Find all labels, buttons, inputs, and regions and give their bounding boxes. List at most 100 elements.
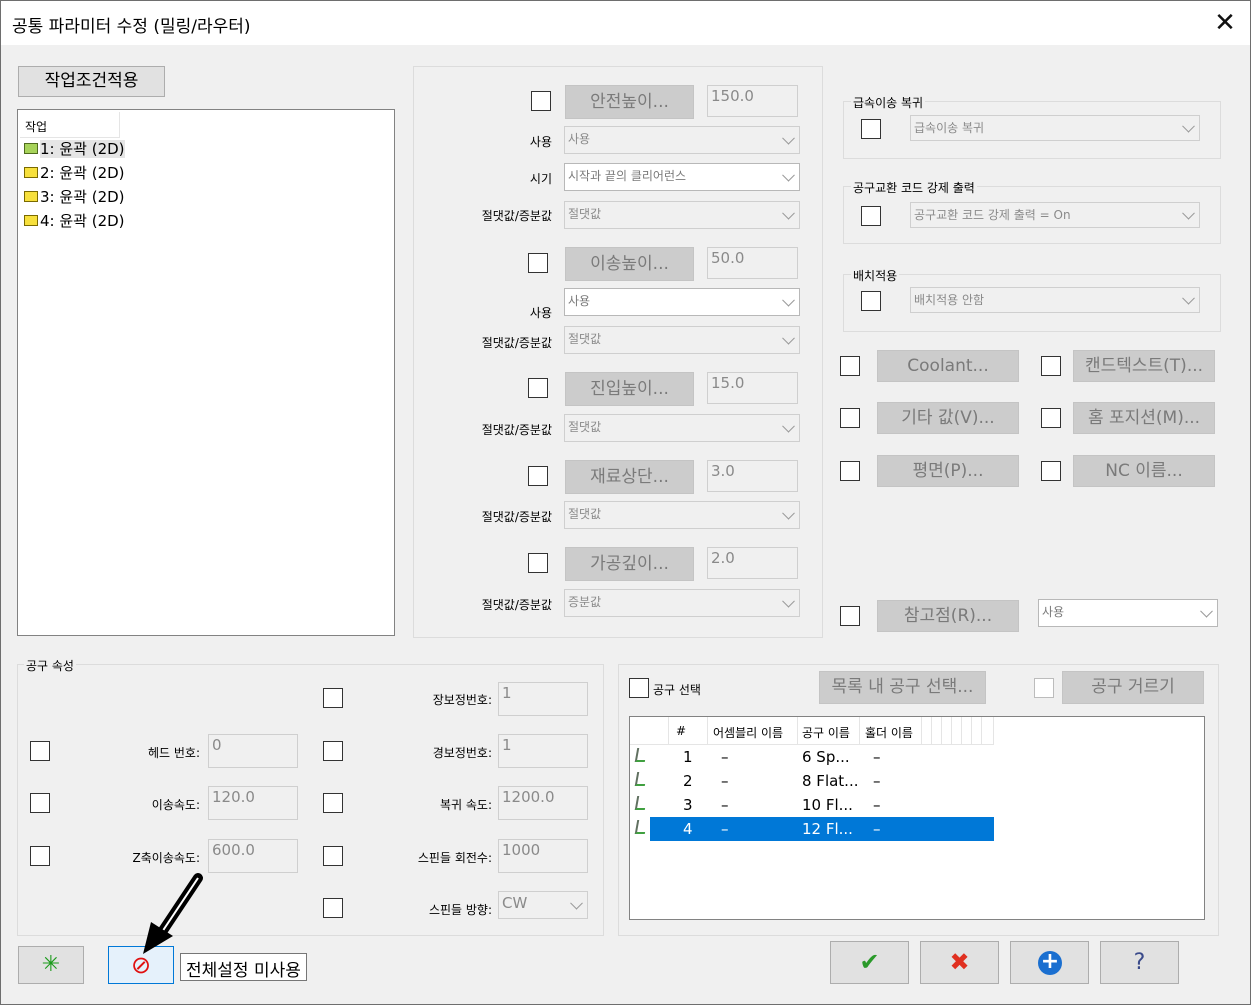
window-title: 공통 파라미터 수정 (밀링/라우터)	[12, 17, 251, 37]
tool-select-checkbox[interactable]	[629, 678, 649, 698]
canned-text-button[interactable]: 캔드텍스트(T)...	[1073, 350, 1215, 382]
retract-use-select[interactable]: 사용	[564, 288, 800, 316]
topstock-checkbox[interactable]	[528, 466, 548, 486]
column-divider	[668, 717, 669, 745]
column-header-number[interactable]: #	[676, 724, 686, 738]
select-value: 절댓값	[568, 507, 602, 521]
plunge-rate-value[interactable]: 600.0	[208, 839, 298, 873]
misc-values-checkbox[interactable]	[840, 408, 860, 428]
misc-values-button[interactable]: 기타 값(V)...	[877, 402, 1019, 434]
add-button[interactable]: +	[1010, 941, 1089, 984]
filter-checkbox[interactable]	[1034, 678, 1054, 698]
ref-point-select[interactable]: 사용	[1038, 599, 1218, 627]
dia-offset-checkbox[interactable]	[323, 741, 343, 761]
topstock-value[interactable]: 3.0	[707, 460, 798, 492]
table-row[interactable]: 3 – 10 Fl... –	[630, 793, 994, 817]
use-select[interactable]: 사용	[564, 126, 800, 154]
tree-item-op3[interactable]: 3: 윤곽 (2D)	[24, 186, 125, 208]
spindle-direction-select[interactable]: CW	[498, 891, 588, 919]
coolant-checkbox[interactable]	[840, 356, 860, 376]
home-position-checkbox[interactable]	[1041, 408, 1061, 428]
clearance-absinc-select[interactable]: 절댓값	[564, 201, 800, 229]
chevron-down-icon	[782, 331, 795, 345]
tree-item-op2[interactable]: 2: 윤곽 (2D)	[24, 162, 125, 184]
retract-rate-value[interactable]: 1200.0	[498, 786, 588, 820]
use-label: 사용	[529, 306, 552, 320]
nc-name-checkbox[interactable]	[1041, 461, 1061, 481]
retract-value[interactable]: 50.0	[707, 247, 798, 279]
plane-button[interactable]: 평면(P)...	[877, 455, 1019, 487]
topstock-absinc-select[interactable]: 절댓값	[564, 501, 800, 529]
feedplane-checkbox[interactable]	[528, 378, 548, 398]
topstock-button[interactable]: 재료상단...	[565, 460, 694, 494]
toolchange-select[interactable]: 공구교환 코드 강제 출력 = On	[910, 202, 1200, 228]
column-header-tool[interactable]: 공구 이름	[802, 724, 850, 741]
column-divider	[971, 717, 972, 745]
tree-item-label: 3: 윤곽 (2D)	[40, 188, 125, 206]
absinc-label: 절댓값/증분값	[481, 336, 552, 350]
folder-icon	[24, 143, 38, 154]
folder-icon	[24, 167, 38, 178]
table-row-selected[interactable]: 4 – 12 Fl... –	[630, 817, 994, 841]
toolchange-checkbox[interactable]	[861, 206, 881, 226]
table-row[interactable]: 1 – 6 Sp... –	[630, 745, 994, 769]
clearance-value[interactable]: 150.0	[707, 85, 798, 117]
enable-all-button[interactable]: ✳	[18, 946, 84, 984]
spindle-speed-checkbox[interactable]	[323, 846, 343, 866]
feedplane-value[interactable]: 15.0	[707, 372, 798, 404]
head-number-checkbox[interactable]	[30, 741, 50, 761]
clearance-checkbox[interactable]	[531, 91, 551, 111]
depth-checkbox[interactable]	[528, 553, 548, 573]
plunge-rate-checkbox[interactable]	[30, 846, 50, 866]
select-from-list-button[interactable]: 목록 내 공구 선택...	[819, 671, 986, 704]
close-icon[interactable]: ✕	[1209, 8, 1241, 38]
ok-button[interactable]: ✔	[830, 941, 909, 984]
spindle-speed-label: 스핀들 회전수:	[417, 851, 492, 865]
batch-checkbox[interactable]	[861, 291, 881, 311]
help-button[interactable]: ?	[1100, 941, 1179, 984]
table-row[interactable]: 2 – 8 Flat... –	[630, 769, 994, 793]
tree-item-op4[interactable]: 4: 윤곽 (2D)	[24, 210, 125, 232]
nc-name-button[interactable]: NC 이름...	[1073, 455, 1215, 487]
cancel-button[interactable]: ✖	[920, 941, 999, 984]
feedplane-button[interactable]: 진입높이...	[565, 372, 694, 406]
plane-checkbox[interactable]	[840, 461, 860, 481]
clearance-button[interactable]: 안전높이...	[565, 85, 694, 119]
filter-button[interactable]: 공구 거르기	[1062, 671, 1204, 704]
retract-checkbox[interactable]	[528, 253, 548, 273]
feedplane-absinc-select[interactable]: 절댓값	[564, 414, 800, 442]
length-offset-value[interactable]: 1	[498, 682, 588, 716]
depth-value[interactable]: 2.0	[707, 547, 798, 579]
chevron-down-icon	[782, 506, 795, 520]
head-number-value[interactable]: 0	[208, 734, 298, 768]
spindle-direction-checkbox[interactable]	[323, 898, 343, 918]
tool-icon	[634, 820, 648, 834]
tree-item-op1[interactable]: 1: 윤곽 (2D)	[24, 138, 125, 160]
depth-button[interactable]: 가공깊이...	[565, 547, 694, 581]
feedrate-checkbox[interactable]	[30, 793, 50, 813]
retract-absinc-select[interactable]: 절댓값	[564, 326, 800, 354]
tree-item-label: 2: 윤곽 (2D)	[40, 164, 125, 182]
timing-select[interactable]: 시작과 끝의 클리어런스	[564, 163, 800, 191]
operations-tree[interactable]: 작업 1: 윤곽 (2D) 2: 윤곽 (2D) 3: 윤곽 (2D) 4: 윤…	[17, 109, 395, 636]
home-position-button[interactable]: 홈 포지션(M)...	[1073, 402, 1215, 434]
select-value: CW	[502, 894, 528, 912]
column-header-holder[interactable]: 홀더 이름	[865, 724, 913, 741]
dia-offset-value[interactable]: 1	[498, 734, 588, 768]
coolant-button[interactable]: Coolant...	[877, 350, 1019, 382]
retract-button[interactable]: 이송높이...	[565, 247, 694, 281]
retract-rate-checkbox[interactable]	[323, 793, 343, 813]
tool-list[interactable]: # 어셈블리 이름 공구 이름 홀더 이름 1 – 6 Sp... – 2 – …	[629, 716, 1205, 920]
column-header-assembly[interactable]: 어셈블리 이름	[713, 724, 783, 741]
feedrate-value[interactable]: 120.0	[208, 786, 298, 820]
apply-conditions-button[interactable]: 작업조건적용	[18, 66, 165, 97]
rapid-retract-select[interactable]: 급속이송 복귀	[910, 115, 1200, 141]
batch-select[interactable]: 배치적용 안함	[910, 287, 1200, 313]
canned-text-checkbox[interactable]	[1041, 356, 1061, 376]
ref-point-button[interactable]: 참고점(R)...	[877, 600, 1019, 632]
length-offset-checkbox[interactable]	[323, 688, 343, 708]
rapid-retract-checkbox[interactable]	[861, 119, 881, 139]
depth-absinc-select[interactable]: 증분값	[564, 589, 800, 617]
spindle-speed-value[interactable]: 1000	[498, 839, 588, 873]
ref-point-checkbox[interactable]	[840, 606, 860, 626]
